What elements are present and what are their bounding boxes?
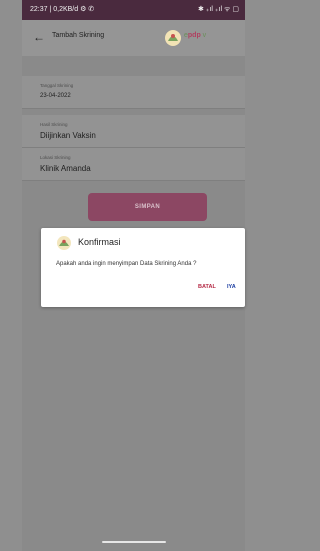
app-logo-icon	[57, 236, 71, 250]
field-label: Lokasi Skrining	[40, 155, 71, 160]
status-bar: 22:37 | 0,2KB/d ⚙ ✆ ✱ ₊ıl ₊ıl ᯤ ▢	[22, 0, 245, 20]
page-title: Tambah Skrining	[52, 32, 105, 39]
lokasi-skrining-field[interactable]: Lokasi Skrining Klinik Amanda	[22, 148, 245, 181]
field-label: Hasil Skrining	[40, 122, 68, 127]
field-value: 23-04-2022	[40, 93, 71, 99]
status-indicators: ✱ ₊ıl ₊ıl ᯤ ▢	[197, 6, 239, 13]
app-bar: ← Tambah Skrining epdp v	[22, 20, 245, 56]
save-button[interactable]: SIMPAN	[88, 193, 207, 221]
app-logo-text: epdp v	[184, 32, 207, 39]
field-value: Klinik Amanda	[40, 164, 91, 173]
field-value: Diijinkan Vaksin	[40, 131, 96, 140]
gesture-nav-bar[interactable]	[102, 541, 166, 543]
status-time: 22:37 | 0,2KB/d ⚙ ✆	[30, 6, 95, 13]
back-arrow-icon[interactable]: ←	[31, 29, 47, 45]
hasil-skrining-field[interactable]: Hasil Skrining Diijinkan Vaksin	[22, 115, 245, 148]
dialog-message: Apakah anda ingin menyimpan Data Skrinin…	[56, 261, 197, 267]
confirmation-dialog: Konfirmasi Apakah anda ingin menyimpan D…	[41, 228, 245, 307]
app-logo-icon	[165, 30, 181, 46]
confirm-button[interactable]: IYA	[227, 284, 236, 290]
cancel-button[interactable]: BATAL	[198, 284, 216, 290]
dialog-title: Konfirmasi	[78, 237, 121, 247]
field-label: Tanggal Skrining	[40, 83, 74, 88]
tanggal-skrining-field[interactable]: Tanggal Skrining 23-04-2022	[22, 76, 245, 109]
